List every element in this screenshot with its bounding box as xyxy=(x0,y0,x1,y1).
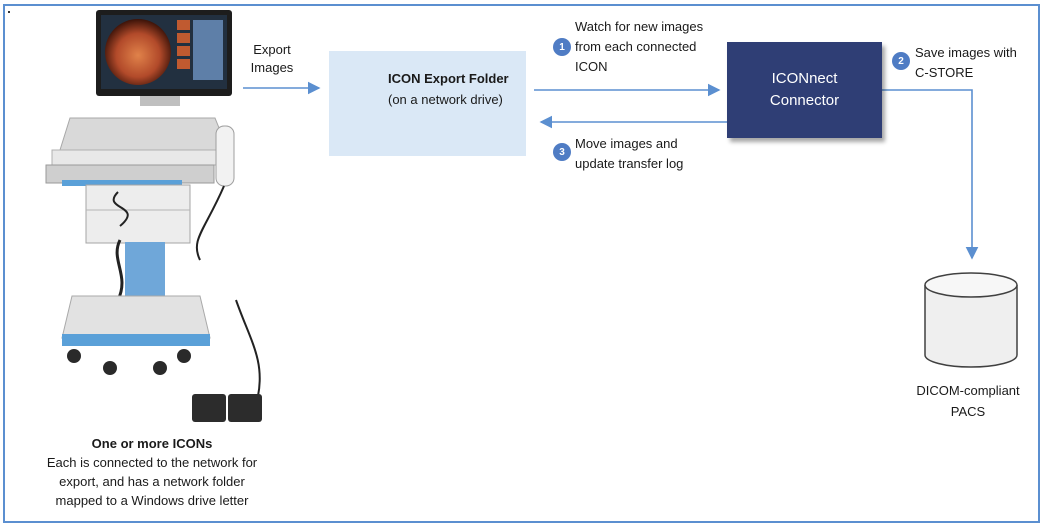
step-1-text: Watch for new images from each connected… xyxy=(575,19,704,74)
step-1-badge: 1 xyxy=(553,38,571,56)
iconnect-connector-box: ICONnect Connector xyxy=(727,42,882,138)
icons-caption: One or more ICONs Each is connected to t… xyxy=(14,434,290,510)
icons-caption-line: Each is connected to the network for xyxy=(46,455,258,470)
step-2-badge: 2 xyxy=(892,52,910,70)
export-folder-title: ICON Export Folder xyxy=(388,71,509,86)
step-2-text: Save images with C-STORE xyxy=(915,45,1017,80)
pacs-label: DICOM-compliant PACS xyxy=(916,383,1020,419)
export-images-label: Export Images xyxy=(250,42,294,75)
icon-cart-illustration xyxy=(45,10,262,422)
icons-caption-line: mapped to a Windows drive letter xyxy=(55,493,249,508)
pacs-database-icon xyxy=(924,272,1018,368)
export-folder-subtitle: (on a network drive) xyxy=(388,92,503,107)
arrow-save xyxy=(882,89,979,260)
icons-caption-line: export, and has a network folder xyxy=(59,474,245,489)
step-3-badge: 3 xyxy=(553,143,571,161)
step-3-text: Move images and update transfer log xyxy=(575,136,684,171)
icons-caption-title: One or more ICONs xyxy=(91,436,213,451)
export-folder-text: ICON Export Folder (on a network drive) xyxy=(388,68,509,110)
